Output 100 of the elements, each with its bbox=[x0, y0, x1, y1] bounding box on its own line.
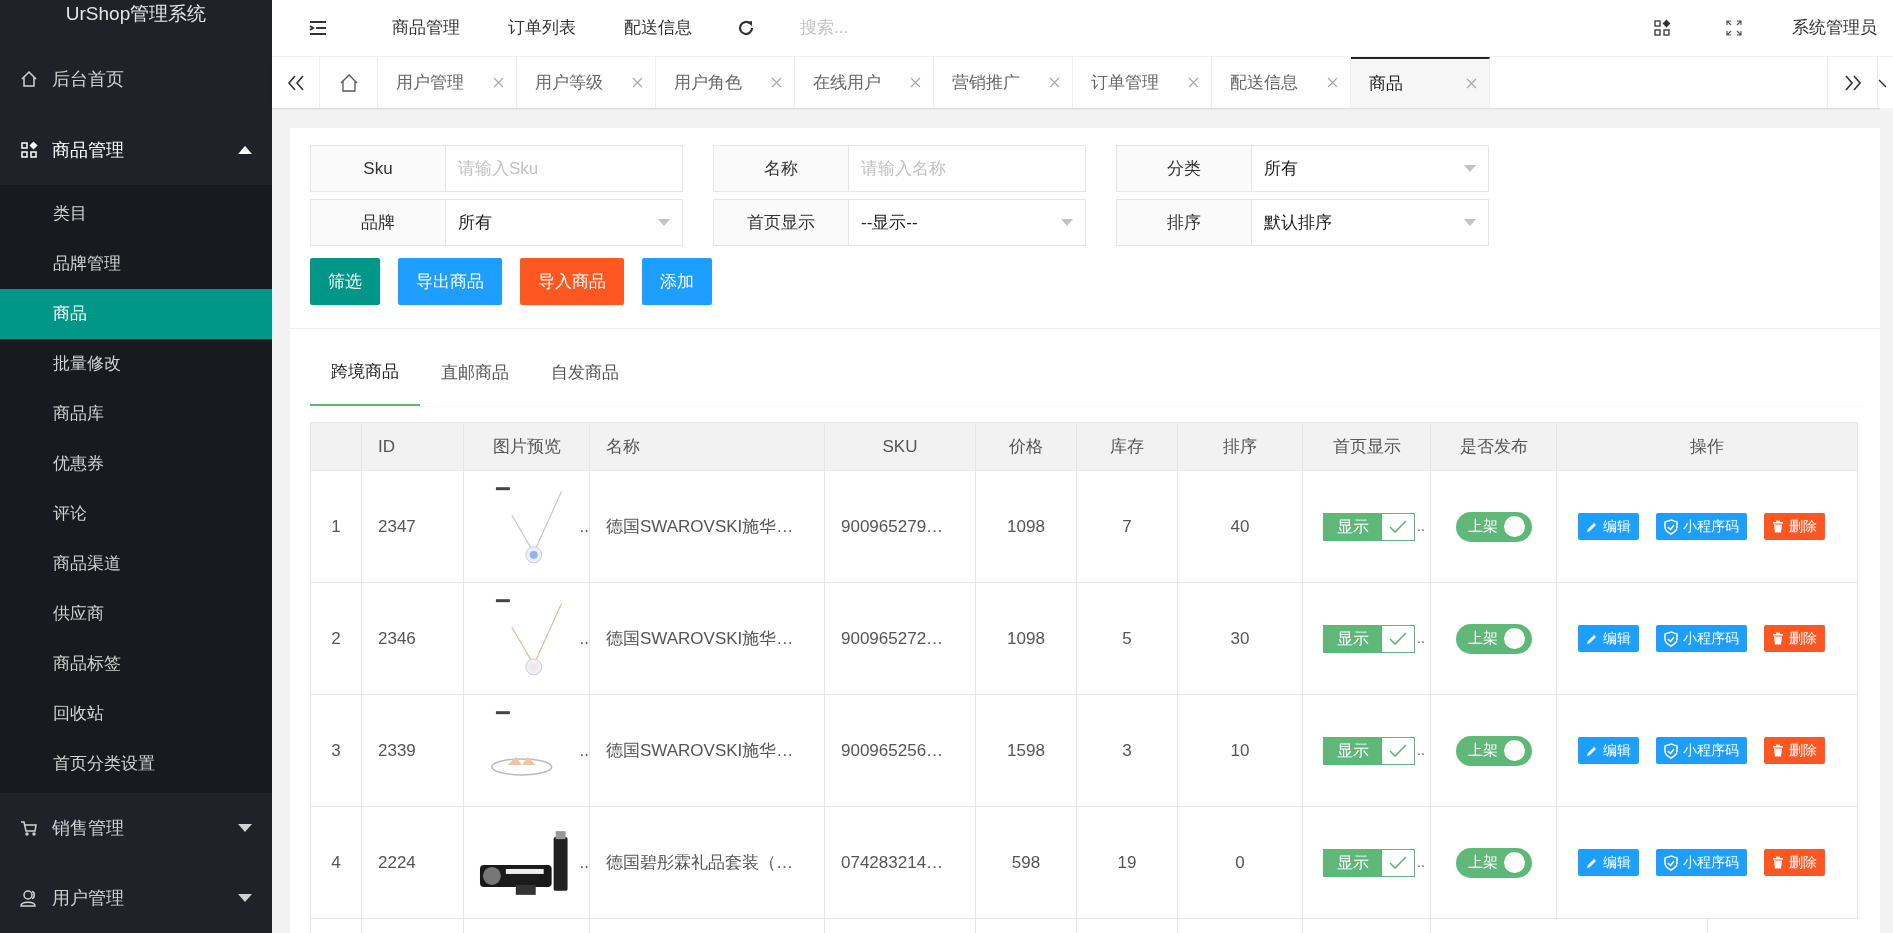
table-cell: 40 bbox=[1177, 470, 1303, 583]
table-cell: 2347 bbox=[361, 470, 464, 583]
table-cell: 19 bbox=[1076, 806, 1178, 919]
sidebar-subitem[interactable]: 回收站 bbox=[0, 689, 272, 739]
row-action-button[interactable]: 删除 bbox=[1764, 625, 1825, 652]
sidebar-item[interactable]: 销售管理 bbox=[0, 793, 272, 863]
close-icon[interactable] bbox=[771, 77, 782, 88]
apps-icon bbox=[20, 141, 38, 159]
page-tab[interactable]: 营销推广 bbox=[934, 57, 1073, 108]
sidebar-subitem[interactable]: 优惠券 bbox=[0, 439, 272, 489]
shield-check-icon bbox=[1664, 742, 1678, 759]
table-cell: 2339 bbox=[361, 694, 464, 807]
app-title: UrShop管理系统 bbox=[65, 2, 207, 27]
caret-down-icon bbox=[238, 824, 252, 832]
sidebar-item[interactable]: 后台首页 bbox=[0, 43, 272, 115]
filter-select[interactable]: 默认排序 bbox=[1252, 199, 1489, 246]
page-tab[interactable]: 商品 bbox=[1351, 57, 1490, 108]
nav-link[interactable]: 订单列表 bbox=[484, 15, 600, 41]
double-chevron-right-icon bbox=[1843, 74, 1862, 91]
filter-select[interactable]: 所有 bbox=[446, 199, 683, 246]
trash-icon bbox=[1772, 856, 1784, 869]
user-name[interactable]: 系统管理员 bbox=[1792, 15, 1877, 41]
sidebar-subitem[interactable]: 批量修改 bbox=[0, 339, 272, 389]
row-action-button[interactable]: 删除 bbox=[1764, 849, 1825, 876]
product-tab[interactable]: 直邮商品 bbox=[420, 340, 530, 406]
home-icon bbox=[338, 73, 359, 92]
double-chevron-left-icon bbox=[286, 74, 305, 91]
table-cell: 900965279… bbox=[824, 470, 976, 583]
overflow-dots: .. bbox=[1417, 853, 1425, 872]
close-icon[interactable] bbox=[632, 77, 643, 88]
table-cell: 30 bbox=[1177, 582, 1303, 695]
page-tab[interactable]: 用户角色 bbox=[656, 57, 795, 108]
table-cell: 1098 bbox=[975, 470, 1077, 583]
search-field[interactable]: 搜索... bbox=[800, 15, 1100, 41]
shield-check-icon bbox=[1664, 854, 1678, 871]
close-icon[interactable] bbox=[493, 77, 504, 88]
column-header: 名称 bbox=[589, 422, 825, 471]
page-tab[interactable]: 订单管理 bbox=[1073, 57, 1212, 108]
caret-down-icon bbox=[658, 219, 670, 226]
overflow-dots: .. bbox=[579, 851, 589, 874]
home-icon bbox=[20, 70, 38, 88]
column-header: 价格 bbox=[975, 422, 1077, 471]
row-number: 3 bbox=[310, 694, 362, 807]
caret-down-icon bbox=[1061, 219, 1073, 226]
sidebar-subitem[interactable]: 首页分类设置 bbox=[0, 739, 272, 789]
filter-select[interactable]: 所有 bbox=[1252, 145, 1489, 192]
action-button[interactable]: 导入商品 bbox=[520, 258, 624, 305]
page-tab[interactable]: 在线用户 bbox=[795, 57, 934, 108]
table-cell: 598 bbox=[975, 806, 1077, 919]
close-icon[interactable] bbox=[1188, 77, 1199, 88]
column-header: 是否发布 bbox=[1430, 422, 1557, 471]
check-icon bbox=[1389, 631, 1407, 646]
pencil-icon bbox=[1586, 744, 1598, 757]
filter-label: 首页显示 bbox=[713, 199, 849, 246]
row-action-button[interactable]: 删除 bbox=[1764, 513, 1825, 540]
close-icon[interactable] bbox=[1327, 77, 1338, 88]
filter-label: 品牌 bbox=[310, 199, 446, 246]
row-action-button[interactable]: 删除 bbox=[1764, 737, 1825, 764]
table-cell: 074283214… bbox=[824, 806, 976, 919]
menu-icon[interactable] bbox=[308, 20, 328, 36]
product-tab[interactable]: 自发商品 bbox=[530, 340, 640, 406]
sidebar-subitem[interactable]: 商品 bbox=[0, 289, 272, 339]
row-number: 1 bbox=[310, 470, 362, 583]
page-tab[interactable]: 用户等级 bbox=[517, 57, 656, 108]
action-button[interactable]: 筛选 bbox=[310, 258, 380, 305]
caret-down-icon bbox=[238, 894, 252, 902]
sidebar-item[interactable]: 用户管理 bbox=[0, 863, 272, 933]
close-icon[interactable] bbox=[910, 77, 921, 88]
shield-check-icon bbox=[1664, 630, 1678, 647]
nav-link[interactable]: 商品管理 bbox=[368, 15, 484, 41]
close-icon[interactable] bbox=[1049, 77, 1060, 88]
filter-select[interactable]: --显示-- bbox=[849, 199, 1086, 246]
caret-down-icon bbox=[1464, 165, 1476, 172]
row-number: 2 bbox=[310, 582, 362, 695]
sidebar-subitem[interactable]: 评论 bbox=[0, 489, 272, 539]
refresh-icon[interactable] bbox=[736, 18, 756, 38]
filter-input[interactable]: 请输入名称 bbox=[849, 145, 1086, 192]
check-icon bbox=[1389, 519, 1407, 534]
apps-icon[interactable] bbox=[1653, 19, 1671, 37]
overflow-dots: .. bbox=[579, 627, 589, 650]
sidebar-subitem[interactable]: 商品库 bbox=[0, 389, 272, 439]
product-tab[interactable]: 跨境商品 bbox=[310, 340, 420, 406]
sidebar-subitem[interactable]: 品牌管理 bbox=[0, 239, 272, 289]
overflow-dots: .. bbox=[1417, 629, 1425, 648]
page-tab[interactable]: 用户管理 bbox=[378, 57, 517, 108]
filter-input[interactable]: 请输入Sku bbox=[446, 145, 683, 192]
sidebar-item[interactable]: 商品管理 bbox=[0, 115, 272, 185]
overflow-dots: .. bbox=[579, 515, 589, 538]
sidebar-subitem[interactable]: 类目 bbox=[0, 189, 272, 239]
fullscreen-icon[interactable] bbox=[1726, 20, 1742, 36]
sidebar-subitem[interactable]: 供应商 bbox=[0, 589, 272, 639]
column-header: 操作 bbox=[1556, 422, 1858, 471]
sidebar-subitem[interactable]: 商品渠道 bbox=[0, 539, 272, 589]
nav-link[interactable]: 配送信息 bbox=[600, 15, 716, 41]
pencil-icon bbox=[1586, 856, 1598, 869]
sidebar-subitem[interactable]: 商品标签 bbox=[0, 639, 272, 689]
close-icon[interactable] bbox=[1466, 78, 1477, 89]
table-cell: 900965256… bbox=[824, 694, 976, 807]
user-icon bbox=[20, 889, 38, 907]
table-cell: 德国SWAROVSKI施华… bbox=[589, 582, 825, 695]
